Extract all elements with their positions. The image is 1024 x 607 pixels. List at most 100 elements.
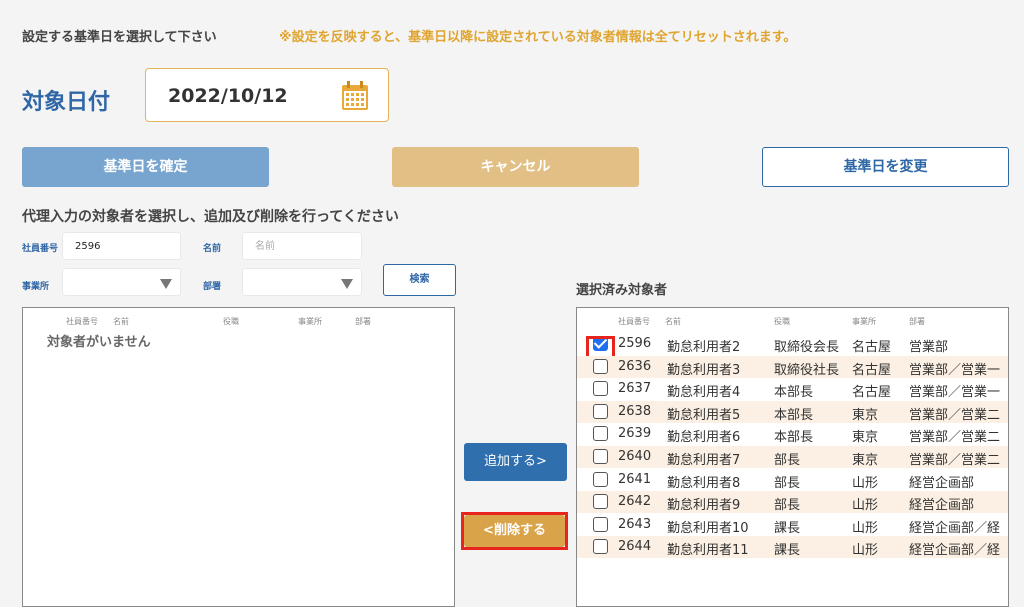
row-checkbox[interactable] (593, 381, 608, 397)
table-row[interactable]: 2596 勤怠利用者2 取締役会長 名古屋 営業部 (577, 333, 1008, 365)
instruction-text: 設定する基準日を選択して下さい (22, 30, 217, 45)
cell-name: 勤怠利用者5 (667, 407, 741, 423)
candidate-list: 社員番号 名前 役職 事業所 部署 対象者がいません (22, 307, 455, 607)
cell-id: 2643 (618, 516, 652, 532)
cell-name: 勤怠利用者10 (667, 520, 749, 536)
cancel-button[interactable]: キャンセル (392, 147, 639, 187)
cell-name: 勤怠利用者4 (667, 385, 741, 401)
cell-name: 勤怠利用者8 (667, 475, 741, 491)
cell-office: 山形 (852, 520, 879, 536)
column-header: 名前 (665, 317, 681, 326)
dept-select[interactable] (242, 268, 362, 296)
cell-id: 2637 (618, 381, 652, 397)
cell-office: 名古屋 (852, 385, 892, 401)
row-checkbox[interactable] (593, 539, 608, 555)
cell-role: 部長 (774, 453, 801, 468)
dept-label: 部署 (203, 282, 222, 292)
row-checkbox[interactable] (593, 449, 608, 464)
remove-button[interactable]: <削除する (464, 515, 565, 547)
cell-dept: 経営企画部／経 (909, 543, 1001, 559)
cell-office: 山形 (852, 543, 879, 559)
row-checkbox[interactable] (593, 403, 608, 419)
cell-role: 本部長 (774, 430, 814, 446)
calendar-icon[interactable] (341, 81, 369, 111)
change-date-button[interactable]: 基準日を変更 (762, 147, 1009, 187)
cell-id: 2641 (618, 471, 652, 487)
cell-name: 勤怠利用者7 (667, 453, 741, 468)
cell-name: 勤怠利用者3 (667, 362, 741, 378)
cell-dept: 営業部／営業一 (909, 362, 1001, 378)
cell-dept: 営業部／営業二 (909, 430, 1001, 446)
column-header: 事業所 (852, 317, 876, 326)
target-date-field[interactable]: 2022/10/12 (145, 68, 389, 122)
cell-role: 取締役会長 (774, 340, 840, 355)
cell-id: 2638 (618, 403, 652, 419)
cell-name: 勤怠利用者11 (667, 543, 749, 559)
cell-office: 山形 (852, 475, 879, 491)
cell-dept: 営業部／営業一 (909, 385, 1001, 401)
cell-dept: 営業部／営業二 (909, 407, 1001, 423)
row-checkbox[interactable] (593, 494, 608, 510)
table-row[interactable]: 2644 勤怠利用者11 課長 山形 経営企画部／経 (577, 536, 1008, 559)
cell-id: 2642 (618, 494, 652, 510)
cell-id: 2644 (618, 539, 652, 555)
cell-role: 部長 (774, 475, 801, 491)
office-label: 事業所 (22, 282, 50, 292)
column-header: 事業所 (298, 317, 322, 326)
cell-dept: 営業部／営業二 (909, 453, 1001, 468)
target-date-label: 対象日付 (22, 90, 111, 115)
column-header: 部署 (355, 317, 371, 326)
table-row[interactable]: 2637 勤怠利用者4 本部長 名古屋 営業部／営業一 (577, 378, 1008, 400)
row-checkbox[interactable] (593, 358, 608, 374)
cell-name: 勤怠利用者9 (667, 498, 741, 514)
selected-title: 選択済み対象者 (576, 283, 668, 298)
cell-role: 本部長 (774, 407, 814, 423)
confirm-date-button[interactable]: 基準日を確定 (22, 147, 269, 187)
cell-dept: 経営企画部／経 (909, 520, 1001, 536)
name-label: 名前 (203, 244, 222, 254)
row-checkbox[interactable] (593, 471, 608, 487)
cell-id: 2639 (618, 426, 652, 442)
cell-dept: 経営企画部 (909, 475, 975, 491)
cell-id: 2596 (618, 336, 652, 351)
table-row[interactable]: 2639 勤怠利用者6 本部長 東京 営業部／営業二 (577, 423, 1008, 445)
column-header: 名前 (113, 317, 129, 326)
cell-role: 課長 (774, 543, 801, 559)
employee-no-input[interactable]: 2596 (62, 232, 181, 260)
cell-role: 課長 (774, 520, 801, 536)
table-row[interactable]: 2638 勤怠利用者5 本部長 東京 営業部／営業二 (577, 400, 1008, 423)
target-date-value: 2022/10/12 (168, 85, 288, 107)
cell-role: 部長 (774, 498, 801, 514)
table-row[interactable]: 2641 勤怠利用者8 部長 山形 経営企画部 (577, 469, 1008, 491)
column-header: 社員番号 (618, 317, 650, 326)
table-row[interactable]: 2642 勤怠利用者9 部長 山形 経営企画部 (577, 491, 1008, 514)
section-title: 代理入力の対象者を選択し、追加及び削除を行ってください (22, 209, 399, 225)
row-checkbox[interactable] (593, 516, 608, 532)
column-header: 役職 (223, 317, 239, 326)
row-checkbox[interactable] (593, 426, 608, 442)
name-input[interactable]: 名前 (242, 232, 362, 260)
office-select[interactable] (62, 268, 181, 296)
cell-office: 東京 (852, 453, 879, 468)
table-row[interactable]: 2640 勤怠利用者7 部長 東京 営業部／営業二 (577, 446, 1008, 468)
cell-office: 東京 (852, 430, 879, 446)
search-button[interactable]: 検索 (383, 264, 456, 296)
empty-message: 対象者がいません (47, 335, 151, 350)
cell-dept: 経営企画部 (909, 498, 975, 514)
cell-office: 東京 (852, 407, 879, 423)
cell-role: 取締役社長 (774, 362, 840, 378)
selected-list: 社員番号 名前 役職 事業所 部署 2596 勤怠利用者2 取締役会長名古屋 営業部 2… (576, 307, 1009, 607)
cell-name: 勤怠利用者2 (667, 340, 741, 355)
employee-no-label: 社員番号 (22, 244, 59, 254)
cell-dept: 営業部 (909, 340, 949, 355)
column-header: 役職 (774, 317, 790, 326)
table-row[interactable]: 2636 勤怠利用者3 取締役社長 名古屋 営業部／営業一 (577, 355, 1008, 378)
reset-warning-text: ※設定を反映すると、基準日以降に設定されている対象者情報は全てリセットされます。 (279, 30, 797, 45)
table-row[interactable]: 2643 勤怠利用者10 課長 山形 経営企画部／経 (577, 514, 1008, 536)
column-header: 部署 (909, 317, 925, 326)
cell-role: 本部長 (774, 385, 814, 401)
dropdown-arrow-icon (341, 279, 353, 289)
add-button[interactable]: 追加する> (464, 443, 567, 481)
cell-id: 2640 (618, 449, 652, 464)
cell-id: 2636 (618, 358, 652, 374)
